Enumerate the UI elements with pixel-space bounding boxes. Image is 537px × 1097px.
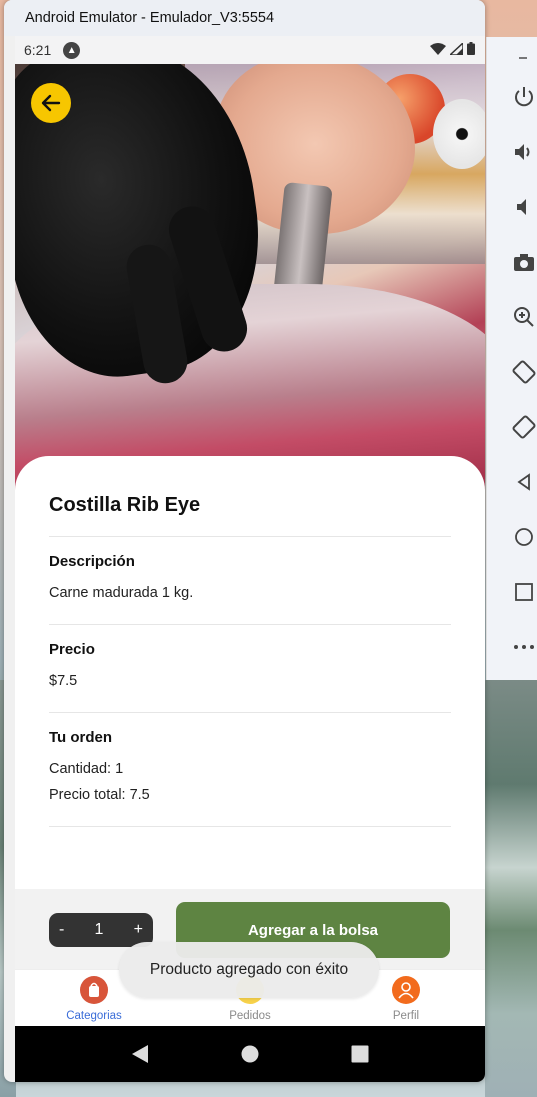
back-triangle-icon[interactable] — [131, 1044, 149, 1064]
bag-icon — [80, 976, 108, 1004]
quantity-value: 1 — [94, 921, 104, 938]
phone-screen: 6:21 ▲ Costilla Rib Eye Descripción Carn… — [15, 36, 485, 1082]
status-time: 6:21 — [24, 42, 52, 58]
volume-up-icon[interactable] — [510, 138, 537, 166]
nav-label-categorias: Categorias — [66, 1010, 122, 1022]
status-bar: 6:21 ▲ — [15, 36, 485, 64]
wifi-icon — [430, 42, 446, 55]
order-label: Tu orden — [49, 729, 113, 746]
status-icons — [430, 42, 475, 55]
nav-label-pedidos: Pedidos — [229, 1010, 271, 1022]
desktop-wallpaper — [485, 680, 537, 1097]
decrement-button[interactable]: - — [59, 921, 64, 939]
back-button[interactable] — [31, 83, 71, 123]
description-label: Descripción — [49, 553, 135, 570]
signal-icon — [450, 42, 463, 55]
back-icon[interactable] — [510, 468, 537, 496]
increment-button[interactable]: + — [134, 921, 143, 939]
home-circle-icon[interactable] — [241, 1045, 259, 1063]
product-title: Costilla Rib Eye — [49, 494, 201, 516]
rotate-right-icon[interactable] — [510, 413, 537, 441]
overview-icon[interactable] — [510, 578, 537, 606]
rotate-left-icon[interactable] — [510, 358, 537, 386]
product-image — [15, 64, 485, 504]
order-section: Tu orden Cantidad: 1 Precio total: 7.5 — [49, 713, 451, 826]
order-quantity: Cantidad: 1 — [49, 761, 124, 777]
power-icon[interactable] — [510, 83, 537, 111]
divider — [49, 826, 451, 827]
description-text: Carne madurada 1 kg. — [49, 585, 194, 601]
battery-icon — [467, 42, 475, 55]
product-details-card: Costilla Rib Eye Descripción Carne madur… — [15, 456, 485, 916]
minimize-icon[interactable] — [510, 41, 537, 69]
recents-square-icon[interactable] — [351, 1045, 369, 1063]
price-section: Precio $7.5 — [49, 625, 451, 712]
app-notification-icon: ▲ — [63, 41, 81, 59]
nav-label-perfil: Perfil — [392, 1010, 420, 1022]
emulator-side-toolbar — [486, 37, 537, 680]
description-section: Descripción Carne madurada 1 kg. — [49, 537, 451, 624]
camera-icon[interactable] — [510, 248, 537, 276]
order-total: Precio total: 7.5 — [49, 787, 150, 803]
window-title: Android Emulator - Emulador_V3:5554 — [4, 0, 485, 36]
zoom-icon[interactable] — [510, 303, 537, 331]
user-icon — [392, 976, 420, 1004]
volume-down-icon[interactable] — [510, 193, 537, 221]
android-navigation-bar — [15, 1026, 485, 1082]
toast-message: Producto agregado con éxito — [119, 942, 379, 998]
home-icon[interactable] — [510, 523, 537, 551]
quantity-stepper: - 1 + — [49, 913, 153, 947]
emulator-window: Android Emulator - Emulador_V3:5554 6:21… — [4, 0, 485, 1082]
price-label: Precio — [49, 641, 95, 658]
arrow-left-icon — [41, 94, 61, 112]
more-icon[interactable] — [510, 633, 537, 661]
price-value: $7.5 — [49, 673, 78, 689]
